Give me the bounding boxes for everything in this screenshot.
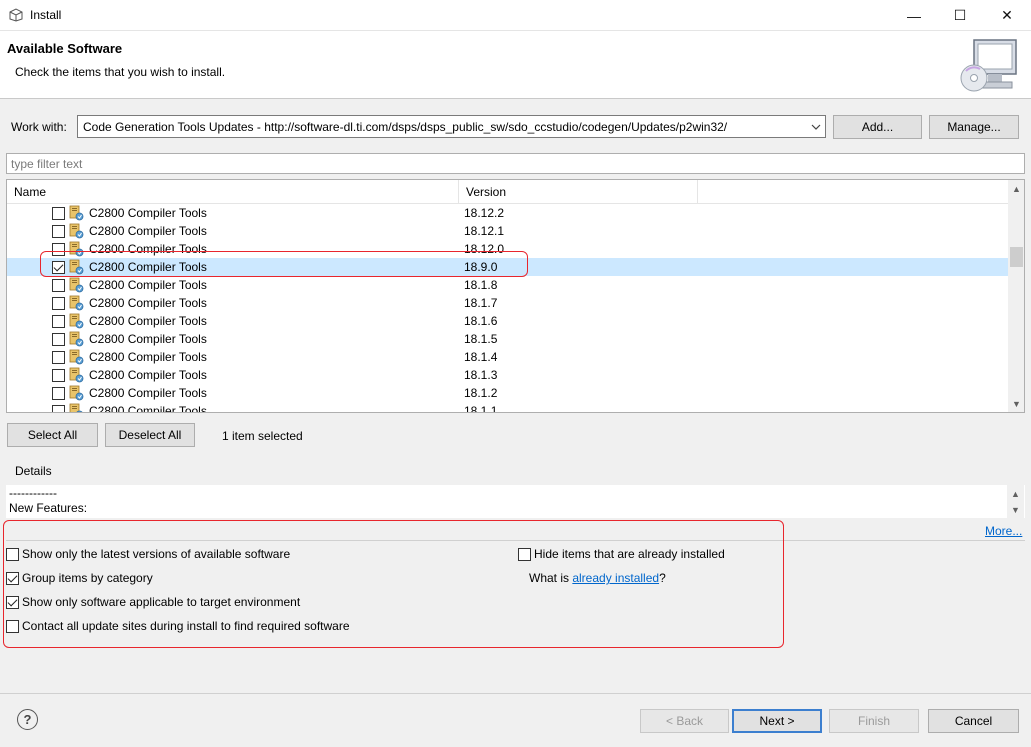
feature-update-icon	[68, 331, 84, 347]
close-icon: ✕	[1001, 7, 1013, 23]
row-checkbox[interactable]	[52, 351, 65, 364]
page-subtitle: Check the items that you wish to install…	[15, 65, 226, 79]
row-name: C2800 Compiler Tools	[89, 296, 207, 310]
table-header: Name Version	[7, 180, 1008, 204]
scroll-up-icon[interactable]: ▲	[1007, 485, 1024, 502]
maximize-button[interactable]: ☐	[937, 0, 983, 31]
table-scrollbar[interactable]: ▲ ▼	[1008, 180, 1024, 412]
feature-update-icon	[68, 277, 84, 293]
feature-update-icon	[68, 313, 84, 329]
feature-update-icon	[68, 205, 84, 221]
row-checkbox[interactable]	[52, 387, 65, 400]
row-name: C2800 Compiler Tools	[89, 224, 207, 238]
wizard-header: Available Software Check the items that …	[0, 31, 1031, 99]
scroll-up-icon[interactable]: ▲	[1008, 180, 1024, 197]
table-row[interactable]: C2800 Compiler Tools 18.1.5	[7, 330, 1008, 348]
row-version: 18.1.3	[464, 368, 498, 382]
row-version: 18.1.8	[464, 278, 498, 292]
row-checkbox[interactable]	[52, 333, 65, 346]
row-name: C2800 Compiler Tools	[89, 350, 207, 364]
table-row[interactable]: C2800 Compiler Tools 18.1.7	[7, 294, 1008, 312]
details-label: Details	[15, 464, 52, 478]
work-with-label: Work with:	[11, 120, 67, 134]
details-scrollbar[interactable]: ▲ ▼	[1007, 485, 1024, 518]
table-rows: C2800 Compiler Tools 18.12.2 C2800 Compile…	[7, 204, 1008, 413]
scroll-down-icon[interactable]: ▼	[1007, 501, 1024, 518]
row-version: 18.1.5	[464, 332, 498, 346]
row-version: 18.12.2	[464, 206, 505, 220]
row-version: 18.1.1	[464, 404, 498, 413]
column-header-name[interactable]: Name	[7, 180, 459, 204]
feature-update-icon	[68, 349, 84, 365]
filter-input[interactable]: type filter text	[6, 153, 1025, 174]
footer-divider	[0, 693, 1031, 694]
feature-update-icon	[68, 403, 84, 412]
table-row[interactable]: C2800 Compiler Tools 18.1.4	[7, 348, 1008, 366]
details-text: ------------ New Features:	[9, 486, 88, 515]
deselect-all-button[interactable]: Deselect All	[105, 423, 195, 447]
row-checkbox[interactable]	[52, 297, 65, 310]
row-checkbox[interactable]	[52, 207, 65, 220]
row-version: 18.1.4	[464, 350, 498, 364]
options-highlight	[3, 520, 784, 648]
more-link[interactable]: More...	[985, 524, 1022, 538]
row-name: C2800 Compiler Tools	[89, 314, 207, 328]
close-button[interactable]: ✕	[984, 0, 1030, 31]
row-name: C2800 Compiler Tools	[89, 404, 207, 413]
details-box: ------------ New Features: ▲ ▼	[6, 485, 1025, 518]
row-name: C2800 Compiler Tools	[89, 278, 207, 292]
help-icon[interactable]: ?	[17, 709, 38, 730]
table-row[interactable]: C2800 Compiler Tools 18.1.3	[7, 366, 1008, 384]
manage-sites-button[interactable]: Manage...	[929, 115, 1019, 139]
work-with-combo[interactable]: Code Generation Tools Updates - http://s…	[77, 115, 826, 138]
feature-update-icon	[68, 295, 84, 311]
cancel-button[interactable]: Cancel	[928, 709, 1019, 733]
row-version: 18.1.7	[464, 296, 498, 310]
maximize-icon: ☐	[953, 7, 967, 23]
row-name: C2800 Compiler Tools	[89, 386, 207, 400]
feature-update-icon	[68, 367, 84, 383]
back-button[interactable]: < Back	[640, 709, 729, 733]
feature-update-icon	[68, 223, 84, 239]
row-checkbox[interactable]	[52, 405, 65, 412]
table-row[interactable]: C2800 Compiler Tools 18.12.2	[7, 204, 1008, 222]
finish-button[interactable]: Finish	[829, 709, 919, 733]
table-row[interactable]: C2800 Compiler Tools 18.1.6	[7, 312, 1008, 330]
row-name: C2800 Compiler Tools	[89, 332, 207, 346]
install-wizard-image	[960, 39, 1017, 92]
row-version: 18.1.2	[464, 386, 498, 400]
chevron-down-icon[interactable]	[807, 116, 825, 137]
row-checkbox[interactable]	[52, 315, 65, 328]
selection-count: 1 item selected	[222, 429, 303, 443]
app-icon	[9, 8, 23, 22]
minimize-icon: —	[907, 7, 921, 24]
column-header-version[interactable]: Version	[459, 180, 698, 204]
table-row[interactable]: C2800 Compiler Tools 18.1.1	[7, 402, 1008, 413]
work-with-value: Code Generation Tools Updates - http://s…	[83, 120, 728, 134]
add-site-button[interactable]: Add...	[833, 115, 922, 139]
row-name: C2800 Compiler Tools	[89, 206, 207, 220]
row-checkbox[interactable]	[52, 225, 65, 238]
scroll-thumb[interactable]	[1010, 247, 1023, 267]
row-name: C2800 Compiler Tools	[89, 368, 207, 382]
window-title: Install	[30, 8, 62, 22]
title-bar: Install — ☐ ✕	[0, 0, 1031, 31]
row-version: 18.1.6	[464, 314, 498, 328]
page-title: Available Software	[7, 41, 123, 56]
scroll-down-icon[interactable]: ▼	[1008, 395, 1024, 412]
row-version: 18.12.1	[464, 224, 505, 238]
selected-row-highlight	[40, 251, 528, 277]
software-table: Name Version C2800 Compiler Tools 18.12.2…	[6, 179, 1025, 413]
table-row[interactable]: C2800 Compiler Tools 18.1.2	[7, 384, 1008, 402]
table-row[interactable]: C2800 Compiler Tools 18.12.1	[7, 222, 1008, 240]
table-row[interactable]: C2800 Compiler Tools 18.1.8	[7, 276, 1008, 294]
next-button[interactable]: Next >	[732, 709, 822, 733]
minimize-button[interactable]: —	[891, 0, 937, 31]
select-all-button[interactable]: Select All	[7, 423, 98, 447]
feature-update-icon	[68, 385, 84, 401]
row-checkbox[interactable]	[52, 369, 65, 382]
row-checkbox[interactable]	[52, 279, 65, 292]
